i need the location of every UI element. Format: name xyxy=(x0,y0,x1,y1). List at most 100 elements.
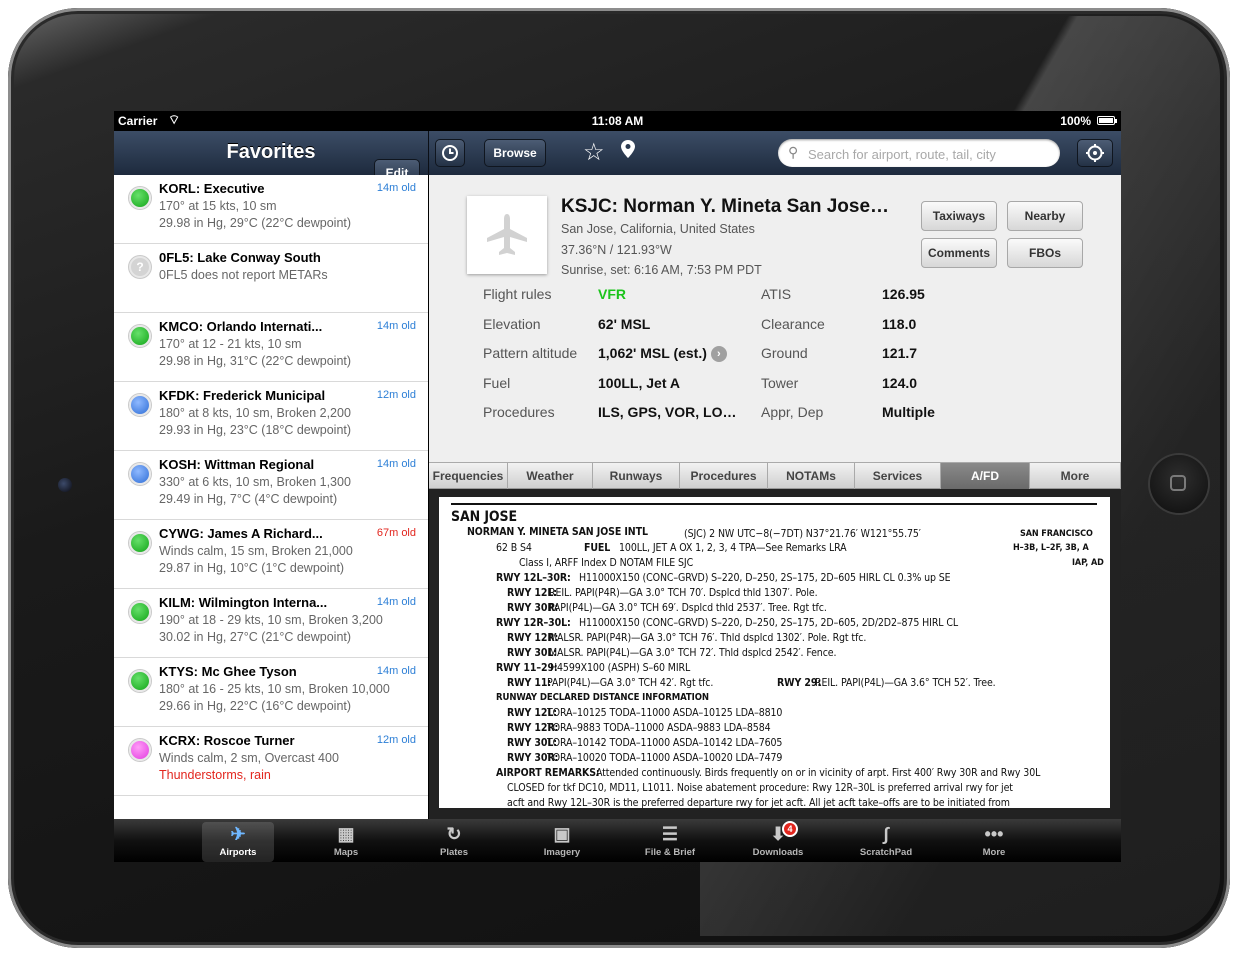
frequency-label: Ground xyxy=(761,345,808,361)
favorite-weather-line1: 190° at 18 - 29 kts, 10 sm, Broken 3,200 xyxy=(159,613,383,627)
browse-button[interactable]: Browse xyxy=(484,139,546,167)
favorite-name: CYWG: James A Richard... xyxy=(159,526,323,541)
tab-more[interactable]: More xyxy=(1030,463,1121,489)
favorite-name: KORL: Executive xyxy=(159,181,265,196)
tab-bar-airports[interactable]: ✈ Airports xyxy=(202,822,274,862)
info-value: ILS, GPS, VOR, LO… xyxy=(598,404,736,420)
nearby-button[interactable]: Nearby xyxy=(1007,201,1083,231)
tab-bar-maps[interactable]: ▦ Maps xyxy=(310,822,382,862)
afd-line: FUEL xyxy=(584,542,611,554)
tab-bar-plates[interactable]: ↻ Plates xyxy=(418,822,490,862)
favorite-row[interactable]: KMCO: Orlando Internati... 14m old 170° at… xyxy=(114,313,428,382)
favorite-row[interactable]: 0FL5: Lake Conway South 0FL5 does not rep… xyxy=(114,244,428,313)
afd-chart-refs: H–3B, L–2F, 3B, A xyxy=(1013,543,1089,553)
favorites-header: Favorites Edit xyxy=(114,131,429,187)
favorite-age: 12m old xyxy=(376,389,416,401)
recent-button[interactable] xyxy=(435,139,465,167)
flight-rules-status-icon xyxy=(129,187,151,209)
fbos-button[interactable]: FBOs xyxy=(1007,238,1083,268)
favorite-weather-line2: 29.49 in Hg, 7°C (4°C dewpoint) xyxy=(159,492,338,506)
battery-level xyxy=(1099,118,1113,123)
afd-line: MALSR. PAPI(P4R)—GA 3.0° TCH 76′. Thld d… xyxy=(549,632,867,644)
favorite-row[interactable]: KORL: Executive 14m old 170° at 15 kts, 10… xyxy=(114,175,428,244)
favorite-row[interactable]: KILM: Wilmington Interna... 14m old 190° a… xyxy=(114,589,428,658)
search-input[interactable] xyxy=(806,143,1055,165)
imagery-icon: ▣ xyxy=(553,824,571,844)
tab-bar-more[interactable]: ••• More xyxy=(958,822,1030,862)
tab-bar-scratchpad[interactable]: ∫ ScratchPad xyxy=(850,822,922,862)
afd-document[interactable]: SAN JOSE NORMAN Y. MINETA SAN JOSE INTL (S… xyxy=(439,497,1110,808)
tab-bar-label: Maps xyxy=(333,847,359,858)
camera-icon xyxy=(58,478,72,492)
info-value-text: 100LL, Jet A xyxy=(598,374,680,391)
screen: Carrier ⌔ 11:08 AM 100% Favorites Edit K… xyxy=(114,111,1121,862)
tab-afd[interactable]: A/FD xyxy=(941,463,1030,489)
favorite-name: KILM: Wilmington Interna... xyxy=(159,595,328,610)
favorite-row[interactable]: KOSH: Wittman Regional 14m old 330° at 6 k… xyxy=(114,451,428,520)
star-icon[interactable]: ☆ xyxy=(583,138,605,167)
afd-line: AIRPORT REMARKS: xyxy=(496,767,600,779)
tab-bar-imagery[interactable]: ▣ Imagery xyxy=(526,822,598,862)
tab-bar-downloads[interactable]: ⬇ Downloads 4 xyxy=(742,821,814,862)
flight-rules-status-icon xyxy=(129,670,151,692)
comments-button[interactable]: Comments xyxy=(921,238,997,268)
favorite-name: 0FL5: Lake Conway South xyxy=(159,250,321,265)
flight-rules-value: VFR xyxy=(598,286,626,302)
tab-services[interactable]: Services xyxy=(855,463,941,489)
search-icon: ⚲ xyxy=(788,144,799,160)
favorite-weather-line1: 170° at 15 kts, 10 sm xyxy=(159,199,277,213)
info-label: Flight rules xyxy=(483,286,552,302)
tab-bar-label: Downloads xyxy=(752,847,804,858)
map-pin-icon[interactable] xyxy=(621,140,635,158)
flight-rules-status-icon xyxy=(129,532,151,554)
info-value-text: 1,062' MSL (est.) xyxy=(598,345,707,361)
frequency-label: Appr, Dep xyxy=(761,404,824,420)
tab-bar-label: ScratchPad xyxy=(859,847,913,858)
tab-frequencies[interactable]: Frequencies xyxy=(429,463,508,489)
afd-line: 62 B S4 xyxy=(496,542,532,554)
favorite-row[interactable]: KCRX: Roscoe Turner 12m old Winds calm, 2 … xyxy=(114,727,428,796)
favorite-weather-line1: 180° at 16 - 25 kts, 10 sm, Broken 10,00… xyxy=(159,682,390,696)
locate-button[interactable] xyxy=(1077,139,1113,167)
favorite-row[interactable]: KTYS: Mc Ghee Tyson 14m old 180° at 16 - 2… xyxy=(114,658,428,727)
favorite-age: 14m old xyxy=(376,665,416,677)
afd-line: TORA–10125 TODA–11000 ASDA–10125 LDA–881… xyxy=(547,707,783,719)
airport-detail: KSJC: Norman Y. Mineta San Jose… San Jos… xyxy=(429,175,1121,462)
favorite-weather-line1: 180° at 8 kts, 10 sm, Broken 2,200 xyxy=(159,406,351,420)
afd-line: RWY 11–29: xyxy=(496,662,558,674)
taxiways-button[interactable]: Taxiways xyxy=(921,201,997,231)
favorite-weather-line1: Winds calm, 2 sm, Overcast 400 xyxy=(159,751,339,765)
tab-weather[interactable]: Weather xyxy=(508,463,593,489)
airport-title: KSJC: Norman Y. Mineta San Jose… xyxy=(561,196,890,217)
home-button[interactable] xyxy=(1150,455,1208,513)
plates-icon: ↻ xyxy=(446,824,462,844)
info-label: Pattern altitude xyxy=(483,345,578,361)
favorite-name: KTYS: Mc Ghee Tyson xyxy=(159,664,297,679)
tab-procedures[interactable]: Procedures xyxy=(680,463,768,489)
battery-icon xyxy=(1097,116,1117,125)
afd-city: SAN JOSE xyxy=(451,509,518,525)
favorite-age: 12m old xyxy=(376,734,416,746)
afd-sectional: SAN FRANCISCO xyxy=(1020,529,1093,539)
afd-line: PAPI(P4L)—GA 3.0° TCH 42′. Rgt tfc. xyxy=(547,677,714,689)
info-value[interactable]: 1,062' MSL (est.) › xyxy=(598,345,727,363)
info-label: Fuel xyxy=(483,374,511,391)
favorite-name: KCRX: Roscoe Turner xyxy=(159,733,295,748)
tab-bar-filebrief[interactable]: ☰ File & Brief xyxy=(634,822,706,862)
airport-thumbnail[interactable] xyxy=(467,196,547,274)
home-square-icon xyxy=(1170,475,1186,491)
flight-rules-status-icon xyxy=(129,739,151,761)
flight-rules-status-icon xyxy=(129,601,151,623)
favorite-age: 14m old xyxy=(376,320,416,332)
tab-runways[interactable]: Runways xyxy=(593,463,680,489)
favorite-row[interactable]: KFDK: Frederick Municipal 12m old 180° at … xyxy=(114,382,428,451)
favorite-name: KMCO: Orlando Internati... xyxy=(159,319,323,334)
tab-bar-label: Plates xyxy=(440,847,468,858)
afd-line: TORA–10142 TODA–11000 ASDA–10142 LDA–760… xyxy=(547,737,783,749)
tab-bar-label: File & Brief xyxy=(644,847,696,858)
search-box[interactable]: ⚲ xyxy=(778,139,1060,167)
favorite-weather-line2: 29.98 in Hg, 31°C (22°C dewpoint) xyxy=(159,354,352,368)
tab-notams[interactable]: NOTAMs xyxy=(768,463,855,489)
disclosure-arrow-icon[interactable]: › xyxy=(710,346,727,363)
favorite-row[interactable]: CYWG: James A Richard... 67m old Winds cal… xyxy=(114,520,428,589)
